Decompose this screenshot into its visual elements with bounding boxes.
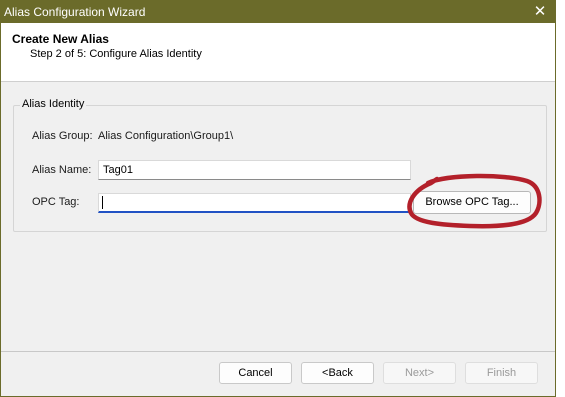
wizard-header: Create New Alias Step 2 of 5: Configure … <box>1 23 555 82</box>
alias-group-label: Alias Group: <box>32 130 93 142</box>
cancel-button[interactable]: Cancel <box>219 362 292 384</box>
close-icon[interactable]: ✕ <box>525 1 555 23</box>
window-title: Alias Configuration Wizard <box>4 5 146 19</box>
background-strip <box>556 0 565 397</box>
alias-name-label: Alias Name: <box>32 164 92 176</box>
title-bar: Alias Configuration Wizard ✕ <box>1 1 555 23</box>
finish-button[interactable]: Finish <box>465 362 538 384</box>
alias-group-value: Alias Configuration\Group1\ <box>98 130 234 142</box>
opc-tag-input[interactable] <box>98 193 411 213</box>
page-title: Create New Alias <box>12 32 109 46</box>
opc-tag-label: OPC Tag: <box>32 196 80 208</box>
text-caret <box>102 196 103 209</box>
group-legend: Alias Identity <box>20 98 87 110</box>
step-subtitle: Step 2 of 5: Configure Alias Identity <box>30 48 202 60</box>
wizard-window: Alias Configuration Wizard ✕ Create New … <box>0 0 556 397</box>
next-button[interactable]: Next> <box>383 362 456 384</box>
back-button[interactable]: <Back <box>301 362 374 384</box>
browse-opc-tag-button[interactable]: Browse OPC Tag... <box>413 191 531 214</box>
alias-name-input[interactable]: Tag01 <box>98 160 411 180</box>
footer-divider <box>1 351 555 352</box>
